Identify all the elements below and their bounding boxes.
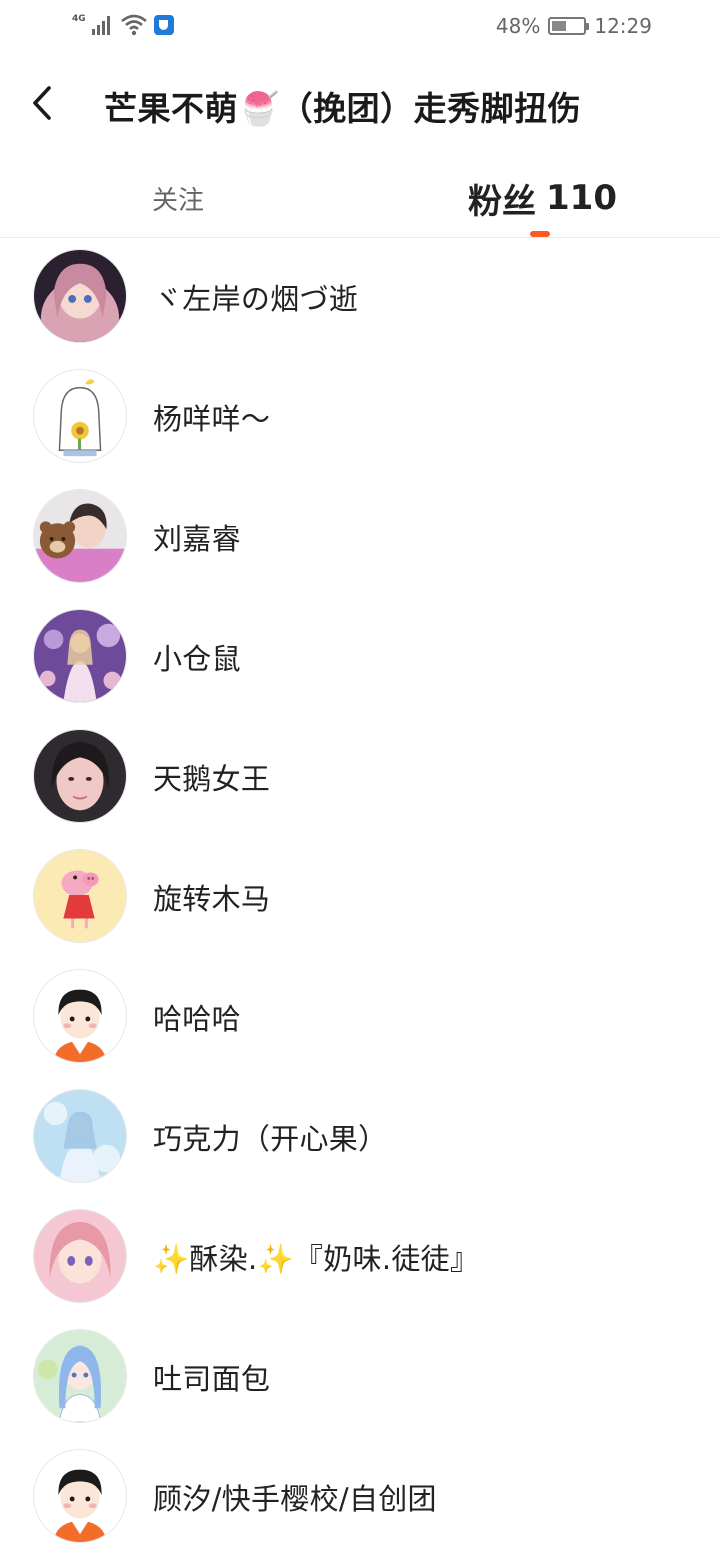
peppa-pig-avatar (34, 850, 126, 942)
page-title: 芒果不萌🍧（挽团）走秀脚扭伤 (104, 89, 582, 128)
girl-with-bear-sticker-avatar (34, 490, 126, 582)
anime-blue-hair-girl-avatar (34, 1330, 126, 1422)
status-left: 4G (72, 14, 174, 36)
list-item[interactable]: 旋转木马 (0, 838, 720, 958)
avatar[interactable] (33, 969, 127, 1063)
network-type: 4G (72, 14, 86, 24)
girl-selfie-avatar (34, 730, 126, 822)
username[interactable]: 刘嘉睿 (153, 516, 241, 558)
fans-list: ヾ左岸の烟づ逝 杨咩咩～ 刘嘉睿 小仓鼠 天鹅女王 旋转木马 哈哈哈 巧克力（开… (0, 238, 720, 1558)
username[interactable]: 天鹅女王 (153, 756, 270, 798)
username[interactable]: 旋转木马 (153, 876, 270, 918)
tab-fans-label: 粉丝 (468, 181, 536, 222)
clock: 12:29 (594, 14, 652, 38)
battery-icon (548, 17, 590, 35)
avatar[interactable] (33, 1329, 127, 1423)
battery-percent: 48% (495, 14, 541, 38)
header: 芒果不萌🍧（挽团）走秀脚扭伤 (0, 56, 720, 152)
shield-icon (153, 15, 174, 35)
avatar[interactable] (33, 1089, 127, 1183)
anime-girl-pink-hair-avatar (34, 250, 126, 342)
default-cartoon-person-avatar (34, 970, 126, 1062)
signal-icon (91, 16, 110, 35)
list-item[interactable]: 小仓鼠 (0, 598, 720, 718)
status-bar: 4G 48% 12:29 (0, 0, 720, 56)
list-item[interactable]: 天鹅女王 (0, 718, 720, 838)
list-item[interactable]: ヾ左岸の烟づ逝 (0, 238, 720, 358)
battery-level (552, 21, 567, 31)
list-item[interactable]: 吐司面包 (0, 1318, 720, 1438)
tab-following-label: 关注 (152, 185, 205, 216)
list-item[interactable]: 杨咩咩～ (0, 358, 720, 478)
username[interactable]: 哈哈哈 (153, 996, 241, 1038)
avatar[interactable] (33, 369, 127, 463)
active-tab-indicator (530, 231, 550, 237)
anime-blue-fairy-avatar (34, 1090, 126, 1182)
cartoon-sunflower-avatar (34, 370, 126, 462)
username[interactable]: 顾汐/快手樱校/自创团 (153, 1476, 437, 1518)
list-item[interactable]: 刘嘉睿 (0, 478, 720, 598)
avatar[interactable] (33, 489, 127, 583)
username[interactable]: 吐司面包 (153, 1356, 270, 1398)
username[interactable]: 巧克力（开心果） (153, 1116, 387, 1158)
username[interactable]: 杨咩咩～ (153, 396, 270, 438)
default-cartoon-person-avatar (34, 1450, 126, 1542)
anime-girl-pink-hair-avatar-2 (34, 1210, 126, 1302)
wifi-icon (120, 14, 147, 36)
list-item[interactable]: 巧克力（开心果） (0, 1078, 720, 1198)
tab-fans-count: 110 (546, 178, 617, 218)
avatar[interactable] (33, 249, 127, 343)
list-item[interactable]: 哈哈哈 (0, 958, 720, 1078)
back-button[interactable] (20, 78, 64, 128)
list-item[interactable]: 顾汐/快手樱校/自创团 (0, 1438, 720, 1558)
username[interactable]: ヾ左岸の烟づ逝 (153, 276, 358, 318)
list-item[interactable]: ✨酥染.✨『奶味.徒徒』 (0, 1198, 720, 1318)
avatar[interactable] (33, 1449, 127, 1543)
status-right: 48% 12:29 (496, 14, 652, 38)
avatar[interactable] (33, 849, 127, 943)
chevron-left-icon (33, 86, 51, 120)
tab-following[interactable]: 关注 (152, 158, 204, 238)
avatar[interactable] (33, 729, 127, 823)
username[interactable]: ✨酥染.✨『奶味.徒徒』 (153, 1236, 479, 1278)
tab-fans[interactable]: 粉丝 110 (468, 158, 617, 238)
anime-princess-purple-avatar (34, 610, 126, 702)
avatar[interactable] (33, 1209, 127, 1303)
username[interactable]: 小仓鼠 (153, 636, 241, 678)
avatar[interactable] (33, 609, 127, 703)
tab-bar: 关注 粉丝 110 (0, 158, 720, 238)
